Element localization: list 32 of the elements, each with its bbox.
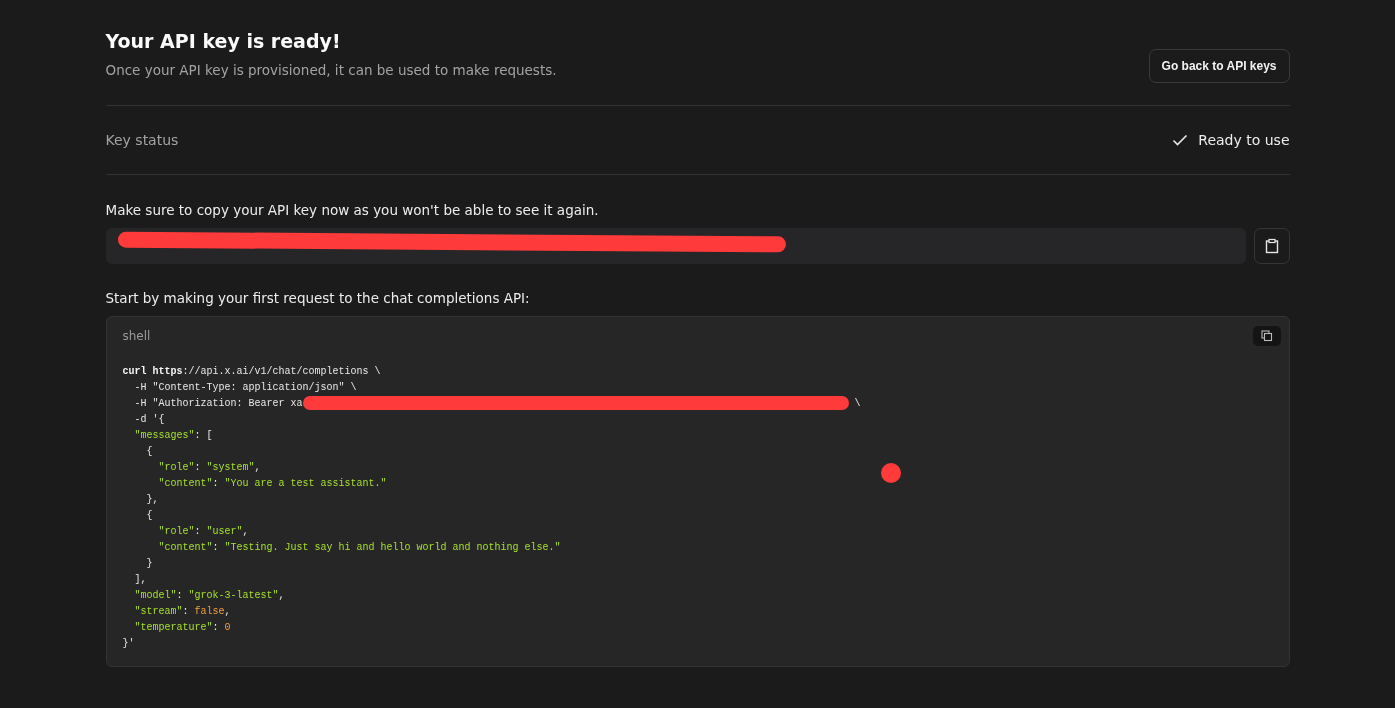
code-line: "role": "user", — [157, 525, 249, 539]
code-line: "content": "Testing. Just say hi and hello world and nothing else." — [157, 541, 561, 555]
status-label: Key status — [105, 132, 179, 148]
code-line: }, — [145, 493, 159, 507]
copy-button[interactable] — [1252, 326, 1281, 346]
code-line: { — [145, 509, 153, 523]
code-line: } — [145, 557, 153, 571]
code-line: }' — [122, 637, 135, 651]
code-line: curl https://api.x.ai/v1/chat/completions \ — [122, 365, 381, 379]
code-line: "stream": false, — [133, 605, 231, 619]
code-line: -d '{ — [133, 413, 165, 427]
copy-icon — [1260, 330, 1273, 342]
redaction-dot — [880, 463, 901, 483]
code-line: "temperature": 0 — [133, 621, 231, 635]
clipboard-icon — [1264, 238, 1279, 254]
code-line: "content": "You are a test assistant." — [157, 477, 387, 491]
code-line: ], — [133, 573, 147, 587]
code-line: "messages": [ — [133, 429, 213, 443]
code-line: "role": "system", — [157, 461, 261, 475]
page-subtitle: Once your API key is provisioned, it can be used to make requests. — [105, 62, 557, 78]
language-label: shell — [122, 329, 151, 343]
code-line: "model": "grok-3-latest", — [133, 589, 285, 603]
code-line: -H "Authorization: Bearer xa \ — [133, 396, 861, 412]
code-line: { — [145, 445, 153, 459]
api-key-field[interactable] — [105, 228, 1246, 264]
back-button[interactable]: Go back to API keys — [1148, 49, 1290, 83]
status-value: Ready to use — [1198, 132, 1290, 148]
request-instruction: Start by making your first request to the chat completions API: — [105, 290, 531, 306]
clipboard-button[interactable] — [1253, 228, 1290, 264]
page-title: Your API key is ready! — [105, 29, 342, 54]
key-instruction: Make sure to copy your API key now as you won't be able to see it again. — [105, 202, 600, 218]
code-line: -H "Content-Type: application/json" \ — [133, 381, 357, 395]
